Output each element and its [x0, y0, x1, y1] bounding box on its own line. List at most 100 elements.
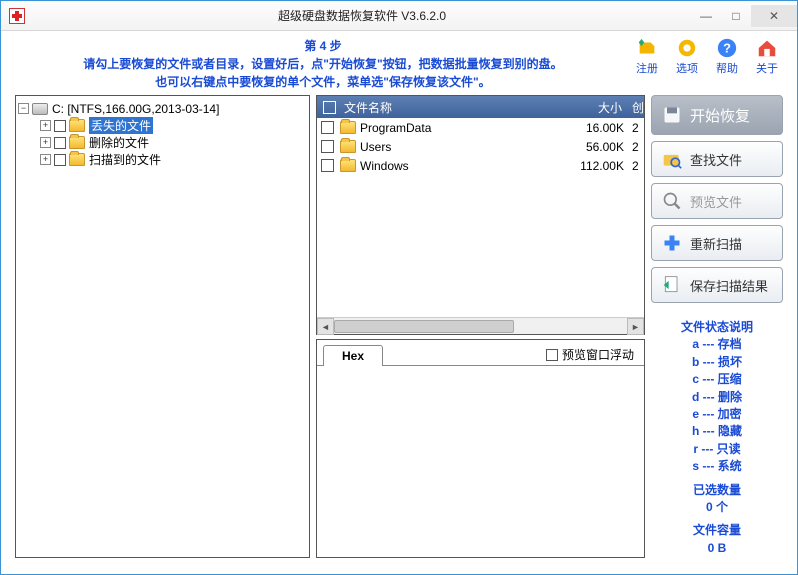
file-list-body[interactable]: ProgramData 16.00K 2 Users 56.00K 2 Wind…: [317, 118, 644, 317]
preview-top: Hex 预览窗口浮动: [317, 340, 644, 365]
tree-node[interactable]: + 扫描到的文件: [18, 151, 307, 168]
col-state[interactable]: 创: [632, 99, 644, 116]
save-disk-icon: [662, 105, 682, 125]
instructions: 第 4 步 请勾上要恢复的文件或者目录，设置好后，点"开始恢复"按钮，把数据批量…: [15, 37, 631, 91]
close-button[interactable]: ✕: [751, 5, 797, 27]
rescan-button[interactable]: 重新扫描: [651, 225, 783, 261]
toolbar-label: 关于: [756, 60, 778, 76]
preview-float-toggle[interactable]: 预览窗口浮动: [546, 346, 634, 363]
folder-icon: [69, 153, 85, 166]
toolbar-label: 注册: [636, 60, 658, 76]
legend-item: s --- 系统: [651, 458, 783, 475]
checkbox[interactable]: [321, 121, 334, 134]
scroll-right-icon[interactable]: ►: [627, 318, 644, 335]
tree-node[interactable]: + 丢失的文件: [18, 117, 307, 134]
instruction-line-1: 请勾上要恢复的文件或者目录，设置好后，点"开始恢复"按钮，把数据批量恢复到别的盘…: [15, 55, 631, 73]
toolbar-help[interactable]: ? 帮助: [711, 37, 743, 76]
find-file-button[interactable]: 查找文件: [651, 141, 783, 177]
rescan-icon: [662, 233, 682, 253]
col-size[interactable]: 大小: [562, 99, 632, 116]
svg-text:?: ?: [723, 41, 731, 56]
options-icon: [676, 37, 698, 59]
button-label: 预览文件: [690, 192, 742, 211]
file-name: Windows: [360, 159, 562, 173]
toolbar-options[interactable]: 选项: [671, 37, 703, 76]
selected-size-label: 文件容量: [651, 522, 783, 539]
maximize-button[interactable]: □: [721, 5, 751, 27]
about-icon: [756, 37, 778, 59]
selected-count: 0 个: [651, 499, 783, 516]
file-row[interactable]: Windows 112.00K 2: [317, 156, 644, 175]
legend-item: d --- 删除: [651, 389, 783, 406]
center-column: 文件名称 大小 创 ProgramData 16.00K 2 Users 56.…: [316, 95, 645, 558]
folder-tree[interactable]: − C: [NTFS,166.00G,2013-03-14] + 丢失的文件 +…: [15, 95, 310, 558]
folder-icon: [69, 136, 85, 149]
file-name: ProgramData: [360, 121, 562, 135]
legend-item: h --- 隐藏: [651, 423, 783, 440]
expand-icon[interactable]: +: [40, 154, 51, 165]
file-size: 16.00K: [562, 121, 632, 135]
minimize-button[interactable]: —: [691, 5, 721, 27]
tree-node[interactable]: + 删除的文件: [18, 134, 307, 151]
file-name: Users: [360, 140, 562, 154]
legend-header: 文件状态说明: [651, 319, 783, 336]
search-folder-icon: [662, 149, 682, 169]
main-area: − C: [NTFS,166.00G,2013-03-14] + 丢失的文件 +…: [1, 95, 797, 568]
horizontal-scrollbar[interactable]: ◄ ►: [317, 317, 644, 334]
checkbox[interactable]: [546, 349, 558, 361]
tree-node-label: 删除的文件: [89, 134, 149, 151]
help-icon: ?: [716, 37, 738, 59]
window-buttons: — □ ✕: [691, 5, 797, 27]
legend-item: a --- 存档: [651, 336, 783, 353]
legend-item: e --- 加密: [651, 406, 783, 423]
start-recover-button[interactable]: 开始恢复: [651, 95, 783, 135]
checkbox[interactable]: [321, 140, 334, 153]
status-legend: 文件状态说明 a --- 存档 b --- 损坏 c --- 压缩 d --- …: [651, 319, 783, 557]
select-all-checkbox[interactable]: [323, 101, 336, 114]
folder-icon: [69, 119, 85, 132]
toolbar-register[interactable]: 注册: [631, 37, 663, 76]
file-row[interactable]: Users 56.00K 2: [317, 137, 644, 156]
file-size: 112.00K: [562, 159, 632, 173]
save-result-icon: [662, 275, 682, 295]
selected-count-label: 已选数量: [651, 482, 783, 499]
scroll-left-icon[interactable]: ◄: [317, 318, 334, 335]
button-label: 开始恢复: [690, 105, 750, 126]
tree-node-label: 丢失的文件: [89, 117, 153, 134]
folder-icon: [340, 140, 356, 153]
preview-file-button[interactable]: 预览文件: [651, 183, 783, 219]
header-row: 第 4 步 请勾上要恢复的文件或者目录，设置好后，点"开始恢复"按钮，把数据批量…: [1, 31, 797, 95]
file-list-header: 文件名称 大小 创: [317, 96, 644, 118]
col-name[interactable]: 文件名称: [342, 99, 562, 116]
preview-float-label: 预览窗口浮动: [562, 346, 634, 363]
checkbox[interactable]: [54, 137, 66, 149]
folder-icon: [340, 121, 356, 134]
tree-root-label: C: [NTFS,166.00G,2013-03-14]: [52, 102, 219, 116]
right-column: 开始恢复 查找文件 预览文件 重新扫描 保存扫描结果 文件状态说明 a --- …: [651, 95, 783, 558]
button-label: 查找文件: [690, 150, 742, 169]
toolbar-label: 选项: [676, 60, 698, 76]
legend-item: c --- 压缩: [651, 371, 783, 388]
file-state: 2: [632, 159, 644, 173]
toolbar-about[interactable]: 关于: [751, 37, 783, 76]
collapse-icon[interactable]: −: [18, 103, 29, 114]
legend-item: r --- 只读: [651, 441, 783, 458]
toolbar-label: 帮助: [716, 60, 738, 76]
file-row[interactable]: ProgramData 16.00K 2: [317, 118, 644, 137]
checkbox[interactable]: [321, 159, 334, 172]
window-title: 超级硬盘数据恢复软件 V3.6.2.0: [33, 7, 691, 24]
tree-root[interactable]: − C: [NTFS,166.00G,2013-03-14]: [18, 100, 307, 117]
preview-panel: Hex 预览窗口浮动: [316, 339, 645, 558]
checkbox[interactable]: [54, 154, 66, 166]
file-list: 文件名称 大小 创 ProgramData 16.00K 2 Users 56.…: [316, 95, 645, 335]
selected-size: 0 B: [651, 540, 783, 557]
checkbox[interactable]: [54, 120, 66, 132]
instruction-line-2: 也可以右键点中要恢复的单个文件，菜单选"保存恢复该文件"。: [15, 73, 631, 91]
expand-icon[interactable]: +: [40, 120, 51, 131]
hex-tab[interactable]: Hex: [323, 345, 383, 366]
save-result-button[interactable]: 保存扫描结果: [651, 267, 783, 303]
file-state: 2: [632, 121, 644, 135]
scroll-thumb[interactable]: [334, 320, 514, 333]
expand-icon[interactable]: +: [40, 137, 51, 148]
toolbar: 注册 选项 ? 帮助 关于: [631, 37, 783, 91]
